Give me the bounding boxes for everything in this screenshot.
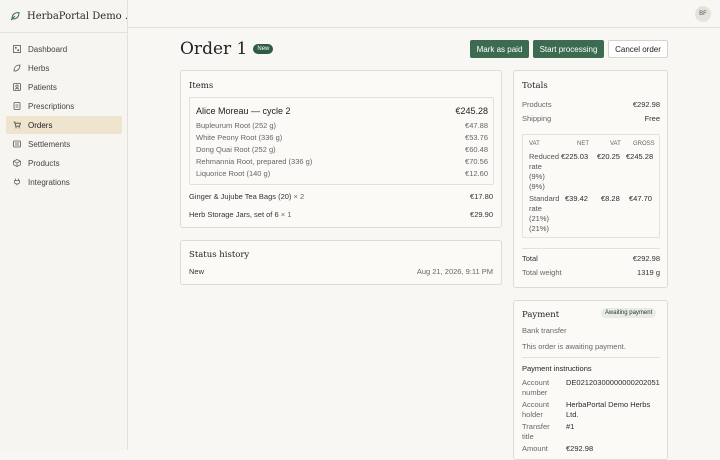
sidebar-item-settlements[interactable]: Settlements — [6, 135, 122, 153]
sidebar-item-label: Orders — [28, 120, 53, 130]
vat-net: €225.03 — [561, 152, 589, 161]
list-item: Herb Storage Jars, set of 6 × 1 €29.90 — [189, 210, 493, 219]
sidebar-item-label: Settlements — [28, 139, 71, 149]
account-holder-value[interactable]: HerbaPortal Demo Herbs Ltd. — [566, 400, 650, 420]
payment-method: Bank transfer — [522, 326, 567, 335]
mark-as-paid-button[interactable]: Mark as paid — [470, 40, 529, 58]
divider — [522, 248, 660, 249]
box-icon — [13, 159, 21, 167]
totals-shipping-row: Shipping Free — [522, 114, 660, 123]
vat-amount: €8.28 — [601, 194, 620, 203]
total-weight-row: Total weight 1319 g — [522, 268, 660, 277]
transfer-title-value[interactable]: #1 — [566, 422, 574, 432]
vat-gross: €245.28 — [626, 152, 654, 161]
cart-icon — [13, 121, 21, 129]
sidebar-item-herbs[interactable]: Herbs — [6, 59, 122, 77]
total-row: Total €292.98 — [522, 254, 660, 263]
list-item: Bupleurum Root (252 g) €47.88 — [196, 121, 488, 130]
account-number-value[interactable]: DE02120300000000202051 — [566, 378, 660, 388]
amount-value[interactable]: €292.98 — [566, 444, 593, 454]
list-item: Rehmannia Root, prepared (336 g) €70.56 — [196, 157, 488, 166]
totals-card: Totals Products €292.98 Shipping Free VA… — [513, 70, 668, 288]
transfer-title-label: Transfer title — [522, 422, 550, 441]
sidebar-item-prescriptions[interactable]: Prescriptions — [6, 97, 122, 115]
payment-status-badge: Awaiting payment — [601, 308, 657, 318]
settlements-icon — [13, 140, 21, 148]
plug-icon — [13, 178, 21, 186]
sidebar-item-label: Integrations — [28, 177, 70, 187]
totals-products-row: Products €292.98 — [522, 100, 660, 109]
avatar[interactable]: BF — [695, 6, 711, 22]
page-title: Order 1 — [180, 39, 248, 59]
top-bar — [128, 0, 720, 28]
dashboard-icon — [13, 45, 21, 53]
sidebar-item-orders[interactable]: Orders — [6, 116, 122, 134]
list-item: Liquorice Root (140 g) €12.60 — [196, 169, 488, 178]
start-processing-button[interactable]: Start processing — [533, 40, 604, 58]
leaf-logo-icon — [10, 11, 20, 21]
amount-label: Amount — [522, 444, 548, 453]
sidebar-item-label: Herbs — [28, 63, 50, 73]
vat-rate-label: Reduced rate (9%) (9%) — [529, 152, 560, 191]
leaf-icon — [13, 64, 21, 72]
vat-rate-label: Standard rate (21%) (21%) — [529, 194, 560, 233]
items-card: Items Alice Moreau — cycle 2 €245.28 Bup… — [180, 70, 502, 228]
status-history-title: Status history — [189, 250, 250, 260]
patient-icon — [13, 83, 21, 91]
status-history-card: Status history New Aug 21, 2026, 9:11 PM — [180, 240, 502, 285]
list-item: Dong Quai Root (252 g) €60.48 — [196, 145, 488, 154]
totals-title: Totals — [522, 81, 548, 91]
brand[interactable]: HerbaPortal Demo ... — [0, 0, 127, 33]
prescription-header: Alice Moreau — cycle 2 €245.28 — [196, 106, 488, 116]
sidebar-item-label: Prescriptions — [28, 101, 75, 111]
sidebar-item-label: Dashboard — [28, 44, 68, 54]
account-holder-label: Account holder — [522, 400, 550, 419]
cancel-order-button[interactable]: Cancel order — [608, 40, 668, 58]
sidebar-item-label: Products — [28, 158, 60, 168]
status-history-entry: New Aug 21, 2026, 9:11 PM — [189, 267, 493, 276]
account-number-label: Account number — [522, 378, 550, 397]
gross-header: GROSS — [633, 141, 655, 147]
vat-amount: €20.25 — [597, 152, 620, 161]
list-item: White Peony Root (336 g) €53.76 — [196, 133, 488, 142]
sidebar: HerbaPortal Demo ... Dashboard Herbs Pat… — [0, 0, 128, 450]
net-header: NET — [577, 141, 589, 147]
payment-title: Payment — [522, 310, 560, 320]
vat-table: VAT NET VAT GROSS Reduced rate (9%) (9%)… — [522, 134, 660, 238]
page-header: Order 1 New — [180, 39, 274, 59]
payment-message: This order is awaiting payment. — [522, 342, 626, 351]
brand-name: HerbaPortal Demo ... — [27, 10, 127, 22]
divider — [522, 357, 660, 358]
vat-net: €39.42 — [565, 194, 588, 203]
status-badge: New — [253, 44, 274, 54]
sidebar-item-products[interactable]: Products — [6, 154, 122, 172]
prescription-group: Alice Moreau — cycle 2 €245.28 Bupleurum… — [189, 97, 494, 185]
payment-instructions-title: Payment instructions — [522, 364, 592, 373]
list-item: Ginger & Jujube Tea Bags (20) × 2 €17.80 — [189, 192, 493, 201]
prescription-name: Alice Moreau — cycle 2 — [196, 106, 291, 116]
sidebar-item-dashboard[interactable]: Dashboard — [6, 40, 122, 58]
payment-card: Payment Awaiting payment Bank transfer T… — [513, 300, 668, 460]
sidebar-item-label: Patients — [28, 82, 57, 92]
items-title: Items — [189, 81, 214, 91]
sidebar-nav: Dashboard Herbs Patients Prescriptions O… — [6, 40, 122, 192]
vat-header: VAT — [529, 141, 540, 147]
sidebar-item-patients[interactable]: Patients — [6, 78, 122, 96]
sidebar-item-integrations[interactable]: Integrations — [6, 173, 122, 191]
prescription-icon — [13, 102, 21, 110]
vat-amount-header: VAT — [610, 141, 621, 147]
vat-gross: €47.70 — [629, 194, 652, 203]
prescription-total: €245.28 — [455, 106, 488, 116]
